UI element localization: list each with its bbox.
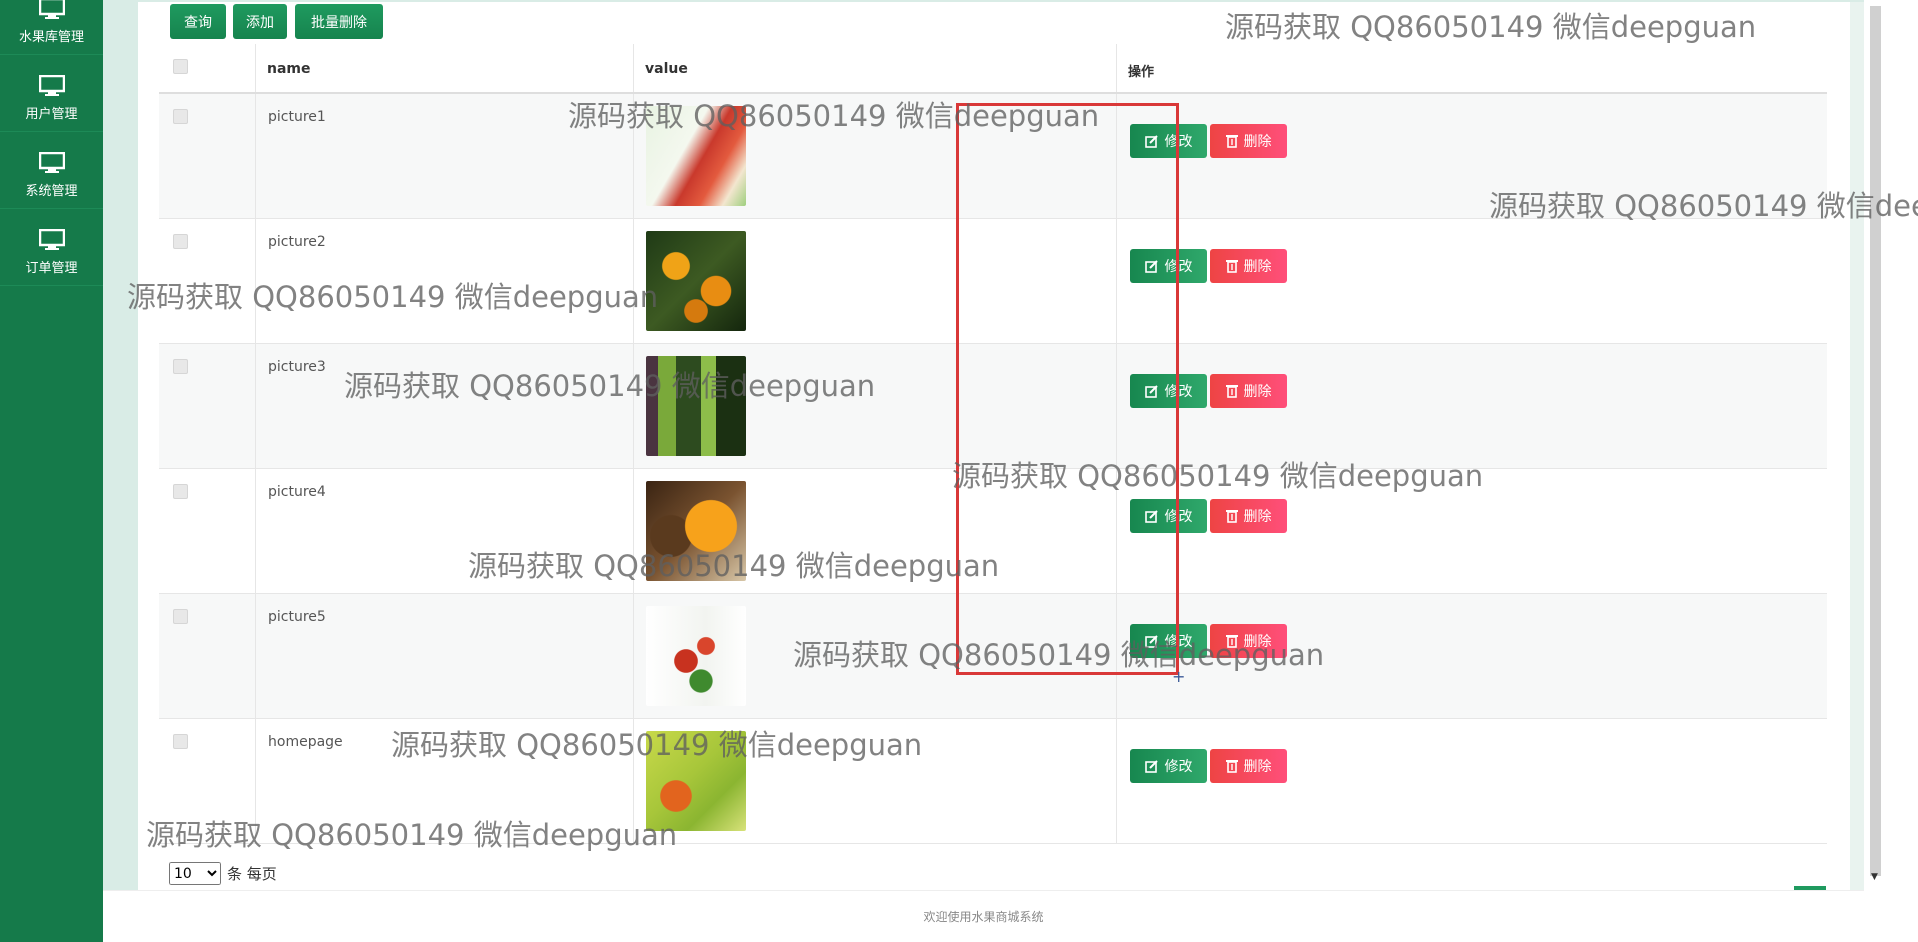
sidebar-item-label: 订单管理 bbox=[25, 261, 78, 276]
trash-icon bbox=[1225, 760, 1238, 773]
monitor-icon bbox=[38, 0, 65, 19]
edit-button[interactable]: 修改 bbox=[1130, 624, 1207, 658]
table-row: picture1 修改 删除 bbox=[159, 94, 1827, 219]
column-header-actions: 操作 bbox=[1128, 65, 1155, 80]
table-header-row: name value 操作 bbox=[159, 44, 1827, 94]
page-size-suffix: 条 每页 bbox=[227, 865, 277, 883]
select-all-checkbox[interactable] bbox=[173, 59, 188, 74]
row-name: picture2 bbox=[268, 234, 326, 250]
edit-icon bbox=[1144, 260, 1158, 273]
row-checkbox[interactable] bbox=[173, 734, 188, 749]
sidebar-item-users[interactable]: 用户管理 bbox=[0, 55, 103, 132]
row-checkbox[interactable] bbox=[173, 609, 188, 624]
sidebar-item-label: 用户管理 bbox=[25, 107, 78, 122]
scrollbar-thumb[interactable] bbox=[1870, 6, 1881, 876]
trash-icon bbox=[1225, 385, 1238, 398]
delete-button-label: 删除 bbox=[1243, 134, 1272, 150]
table-row: picture3 修改 删除 bbox=[159, 344, 1827, 469]
pagination: 10 条 每页 bbox=[169, 862, 277, 885]
edit-button[interactable]: 修改 bbox=[1130, 249, 1207, 283]
delete-button[interactable]: 删除 bbox=[1210, 374, 1287, 408]
row-checkbox[interactable] bbox=[173, 484, 188, 499]
query-button[interactable]: 查询 bbox=[170, 4, 226, 39]
edit-button[interactable]: 修改 bbox=[1130, 124, 1207, 158]
edit-button-label: 修改 bbox=[1164, 509, 1193, 525]
table-row: picture5 修改 删除 bbox=[159, 594, 1827, 719]
trash-icon bbox=[1225, 260, 1238, 273]
footer-text: 欢迎使用水果商城系统 bbox=[923, 910, 1044, 924]
trash-icon bbox=[1225, 510, 1238, 523]
row-thumbnail-image bbox=[646, 731, 746, 831]
edit-icon bbox=[1144, 510, 1158, 523]
delete-button[interactable]: 删除 bbox=[1210, 749, 1287, 783]
row-name: homepage bbox=[268, 734, 343, 750]
column-header-name: name bbox=[267, 61, 311, 77]
trash-icon bbox=[1225, 635, 1238, 648]
row-checkbox[interactable] bbox=[173, 234, 188, 249]
edit-button-label: 修改 bbox=[1164, 384, 1193, 400]
delete-button[interactable]: 删除 bbox=[1210, 499, 1287, 533]
edit-icon bbox=[1144, 385, 1158, 398]
sidebar-item-fruit-library[interactable]: 水果库管理 bbox=[0, 0, 103, 55]
monitor-icon bbox=[38, 229, 65, 250]
row-name: picture3 bbox=[268, 359, 326, 375]
monitor-icon bbox=[38, 75, 65, 96]
vertical-scrollbar[interactable]: ▼ bbox=[1864, 0, 1918, 942]
table-row: homepage 修改 删除 bbox=[159, 719, 1827, 844]
edit-button[interactable]: 修改 bbox=[1130, 499, 1207, 533]
page-size-select[interactable]: 10 bbox=[169, 862, 221, 885]
add-button[interactable]: 添加 bbox=[233, 4, 287, 39]
row-thumbnail-image bbox=[646, 106, 746, 206]
delete-button[interactable]: 删除 bbox=[1210, 624, 1287, 658]
row-thumbnail-image bbox=[646, 356, 746, 456]
row-checkbox[interactable] bbox=[173, 109, 188, 124]
crosshair-cursor-icon: + bbox=[1172, 667, 1186, 686]
delete-button-label: 删除 bbox=[1243, 759, 1272, 775]
delete-button-label: 删除 bbox=[1243, 509, 1272, 525]
sidebar-item-label: 系统管理 bbox=[25, 184, 78, 199]
edit-button-label: 修改 bbox=[1164, 634, 1193, 650]
monitor-icon bbox=[38, 152, 65, 173]
delete-button-label: 删除 bbox=[1243, 259, 1272, 275]
row-name: picture1 bbox=[268, 109, 326, 125]
edit-icon bbox=[1144, 760, 1158, 773]
edit-button[interactable]: 修改 bbox=[1130, 374, 1207, 408]
edit-button-label: 修改 bbox=[1164, 134, 1193, 150]
batch-delete-button[interactable]: 批量删除 bbox=[295, 4, 383, 39]
panel-edge bbox=[1850, 2, 1864, 890]
edit-button[interactable]: 修改 bbox=[1130, 749, 1207, 783]
edit-button-label: 修改 bbox=[1164, 259, 1193, 275]
delete-button-label: 删除 bbox=[1243, 384, 1272, 400]
scroll-down-arrow-icon[interactable]: ▼ bbox=[1871, 872, 1878, 882]
delete-button[interactable]: 删除 bbox=[1210, 124, 1287, 158]
edit-button-label: 修改 bbox=[1164, 759, 1193, 775]
sidebar-item-label: 水果库管理 bbox=[18, 30, 84, 45]
row-name: picture5 bbox=[268, 609, 326, 625]
row-name: picture4 bbox=[268, 484, 326, 500]
footer: 欢迎使用水果商城系统 bbox=[103, 890, 1864, 942]
row-thumbnail-image bbox=[646, 606, 746, 706]
trash-icon bbox=[1225, 135, 1238, 148]
sidebar-item-orders[interactable]: 订单管理 bbox=[0, 209, 103, 286]
delete-button[interactable]: 删除 bbox=[1210, 249, 1287, 283]
edit-icon bbox=[1144, 135, 1158, 148]
column-header-value: value bbox=[645, 61, 688, 77]
table-row: picture4 修改 删除 bbox=[159, 469, 1827, 594]
sidebar-item-system[interactable]: 系统管理 bbox=[0, 132, 103, 209]
delete-button-label: 删除 bbox=[1243, 634, 1272, 650]
table-row: picture2 修改 删除 bbox=[159, 219, 1827, 344]
app-window: 水果库管理 用户管理 系统管理 订单管理 查询 添加 批量删除 name val… bbox=[0, 0, 1918, 942]
row-thumbnail-image bbox=[646, 481, 746, 581]
edit-icon bbox=[1144, 635, 1158, 648]
sidebar: 水果库管理 用户管理 系统管理 订单管理 bbox=[0, 0, 103, 942]
row-checkbox[interactable] bbox=[173, 359, 188, 374]
row-thumbnail-image bbox=[646, 231, 746, 331]
